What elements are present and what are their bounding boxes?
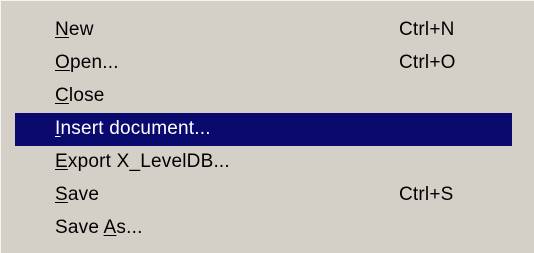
menu-item-label: Save <box>55 184 100 205</box>
menu-item-export-leveldb[interactable]: Export X_LevelDB... <box>15 146 512 179</box>
menu-item-shortcut: Ctrl+S <box>399 184 454 205</box>
menu-item-insert-document[interactable]: Insert document... <box>15 113 512 146</box>
menu-item-label: Save As... <box>55 217 143 238</box>
menu-item-label: New <box>55 19 94 40</box>
menu-item-shortcut: Ctrl+O <box>399 52 456 73</box>
menu-item-open[interactable]: Open... Ctrl+O <box>15 47 512 80</box>
menu-item-save[interactable]: Save Ctrl+S <box>15 179 512 212</box>
menu-item-label: Export X_LevelDB... <box>55 151 230 172</box>
menu-item-label: Close <box>55 85 105 106</box>
menu-item-label: Insert document... <box>55 118 211 139</box>
menu-item-new[interactable]: New Ctrl+N <box>15 14 512 47</box>
menu-item-shortcut: Ctrl+N <box>399 19 455 40</box>
menu-item-close[interactable]: Close <box>15 80 512 113</box>
menu-item-save-as[interactable]: Save As... <box>15 212 512 245</box>
menu-item-label: Open... <box>55 52 119 73</box>
file-menu: New Ctrl+N Open... Ctrl+O Close Insert d… <box>0 0 534 253</box>
